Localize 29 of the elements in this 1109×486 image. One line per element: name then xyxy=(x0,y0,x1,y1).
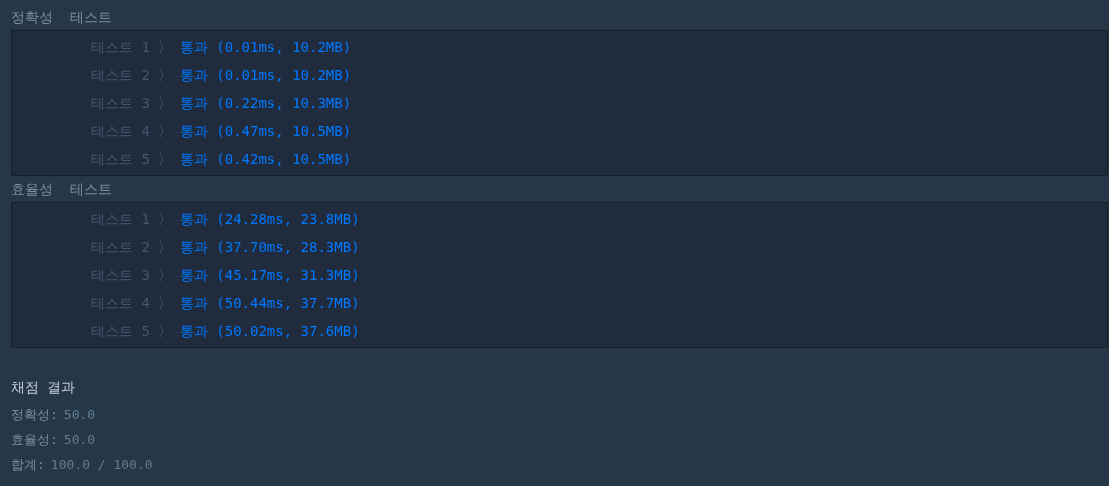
test-result: 통과 (50.44ms, 37.7MB) xyxy=(179,293,360,313)
summary-value: 50.0 xyxy=(63,431,96,449)
separator-icon: 〉 xyxy=(157,92,172,114)
test-result: 통과 (50.02ms, 37.6MB) xyxy=(179,321,360,341)
summary-value: 100.0 / 100.0 xyxy=(50,456,153,474)
separator-icon: 〉 xyxy=(157,120,172,142)
separator-icon: 〉 xyxy=(157,292,172,314)
summary-title: 채점 결과 xyxy=(11,378,77,397)
test-result: 통과 (0.47ms, 10.5MB) xyxy=(179,121,352,141)
separator-icon: 〉 xyxy=(157,64,172,86)
test-result: 통과 (24.28ms, 23.8MB) xyxy=(179,209,360,229)
separator-icon: 〉 xyxy=(157,264,172,286)
test-result: 통과 (0.22ms, 10.3MB) xyxy=(179,93,352,113)
separator-icon: 〉 xyxy=(157,208,172,230)
separator-icon: 〉 xyxy=(157,36,172,58)
section-title: 정확성 테스트 xyxy=(11,8,113,27)
test-result: 통과 (0.01ms, 10.2MB) xyxy=(179,37,352,57)
summary-label: 합계: xyxy=(11,456,45,474)
summary-value: 50.0 xyxy=(63,406,96,424)
test-result: 통과 (45.17ms, 31.3MB) xyxy=(179,265,360,285)
summary-label: 정확성: xyxy=(11,406,58,424)
test-result: 통과 (0.01ms, 10.2MB) xyxy=(179,65,352,85)
test-result: 통과 (37.70ms, 28.3MB) xyxy=(179,237,360,257)
summary-label: 효율성: xyxy=(11,431,58,449)
section-title: 효율성 테스트 xyxy=(11,180,113,199)
test-result: 통과 (0.42ms, 10.5MB) xyxy=(179,149,352,169)
separator-icon: 〉 xyxy=(157,236,172,258)
separator-icon: 〉 xyxy=(157,320,172,342)
separator-icon: 〉 xyxy=(157,148,172,170)
